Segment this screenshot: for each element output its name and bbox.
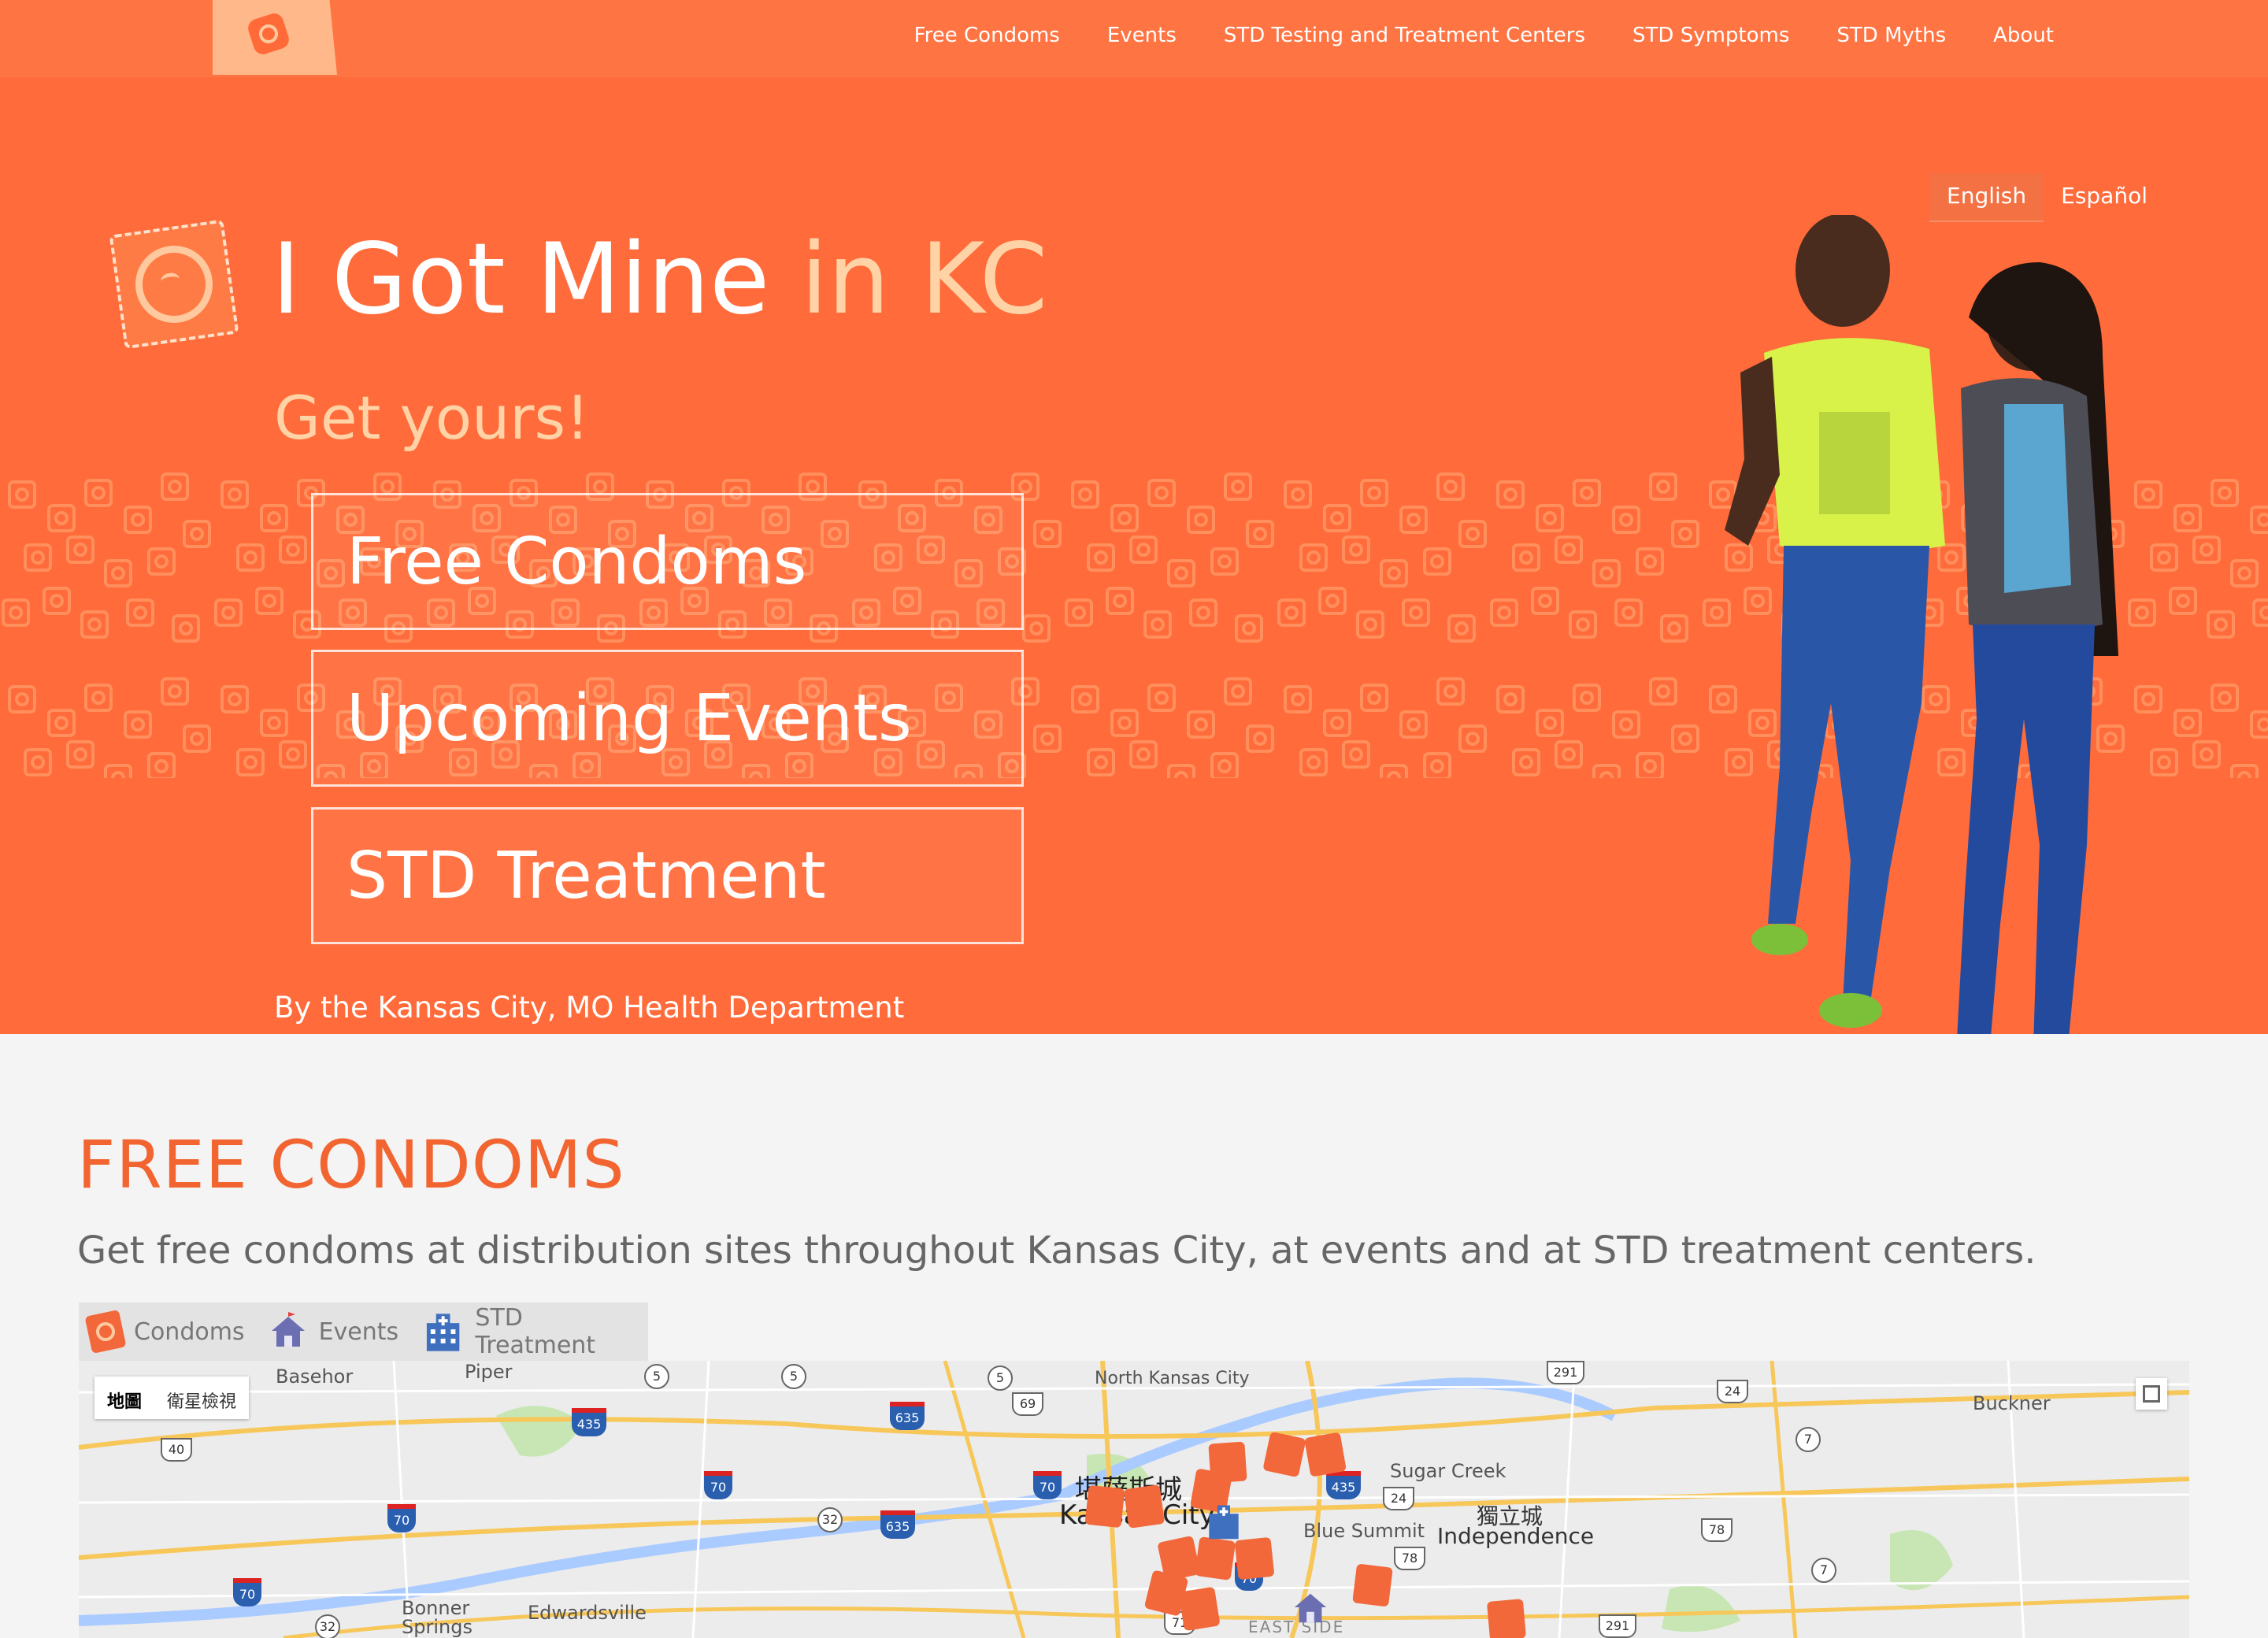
- map-label: Piper: [465, 1361, 513, 1383]
- map-label: Edwardsville: [528, 1602, 647, 1624]
- map-type-satellite[interactable]: 衛星檢視: [154, 1377, 249, 1419]
- nav-std-symptoms[interactable]: STD Symptoms: [1632, 24, 1789, 47]
- hero-section: English Español I Got Mine in KC Get you…: [0, 77, 2268, 1034]
- route-shield: 78: [1394, 1547, 1425, 1570]
- top-navbar: Free Condoms Events STD Testing and Trea…: [0, 0, 2268, 77]
- condom-pin-icon[interactable]: [1178, 1586, 1221, 1632]
- legend-events-label: Events: [318, 1317, 399, 1346]
- condom-logo-icon: [246, 11, 291, 57]
- tagline: Get yours!: [274, 383, 590, 453]
- condom-pin-icon[interactable]: [1352, 1563, 1393, 1607]
- route-shield: 24: [1383, 1487, 1414, 1510]
- hero-people-photo: [1725, 215, 2118, 1034]
- route-shield: 5: [644, 1364, 669, 1389]
- route-shield: 635: [880, 1510, 915, 1539]
- legend-events[interactable]: Events: [269, 1312, 399, 1351]
- free-condoms-heading: FREE CONDOMS: [77, 1126, 625, 1203]
- nav-events[interactable]: Events: [1107, 24, 1177, 47]
- legend-std-treatment-label: STD Treatment: [475, 1304, 596, 1359]
- legend-condoms-label: Condoms: [134, 1317, 245, 1346]
- map-type-map[interactable]: 地圖: [94, 1377, 154, 1419]
- condom-pin-icon[interactable]: [1123, 1484, 1166, 1529]
- condom-pin-icon: [84, 1309, 127, 1354]
- free-condoms-description: Get free condoms at distribution sites t…: [77, 1228, 2036, 1273]
- free-condoms-button[interactable]: Free Condoms: [311, 493, 1024, 630]
- nav-std-testing[interactable]: STD Testing and Treatment Centers: [1224, 24, 1585, 47]
- map-label: North Kansas City: [1095, 1369, 1250, 1388]
- byline: By the Kansas City, MO Health Department: [274, 991, 905, 1025]
- map-label: Independence: [1437, 1523, 1595, 1549]
- map-label: Bonner Springs: [402, 1597, 472, 1638]
- route-shield: 78: [1701, 1518, 1732, 1542]
- condom-sites-map[interactable]: 地圖 衛星檢視 Basehor Piper North Kansas City …: [79, 1361, 2189, 1638]
- title-accent: in KC: [800, 223, 1048, 336]
- map-legend: Condoms Events STD Treatment: [79, 1303, 648, 1361]
- map-type-control: 地圖 衛星檢視: [94, 1377, 250, 1419]
- route-shield: 24: [1717, 1380, 1748, 1403]
- route-shield: 5: [988, 1366, 1013, 1391]
- route-shield: 435: [572, 1408, 606, 1436]
- event-house-icon[interactable]: [1292, 1589, 1329, 1627]
- legend-condoms[interactable]: Condoms: [84, 1309, 245, 1354]
- legend-std-treatment[interactable]: STD Treatment: [422, 1304, 648, 1359]
- map-label: Sugar Creek: [1390, 1460, 1506, 1482]
- map-label: Blue Summit: [1303, 1520, 1425, 1542]
- route-shield: 32: [315, 1614, 340, 1638]
- condom-pin-icon[interactable]: [1194, 1536, 1236, 1581]
- map-label: Basehor: [276, 1366, 354, 1388]
- route-shield: 435: [1326, 1471, 1361, 1499]
- route-shield: 32: [817, 1507, 843, 1532]
- title-main: I Got Mine: [272, 223, 770, 336]
- condom-logo-icon: [109, 219, 239, 350]
- condom-pin-icon[interactable]: [1084, 1484, 1125, 1529]
- route-shield: 5: [781, 1364, 806, 1389]
- std-treatment-button[interactable]: STD Treatment: [311, 807, 1024, 944]
- route-shield: 40: [161, 1438, 192, 1462]
- main-nav: Free Condoms Events STD Testing and Trea…: [914, 24, 2054, 47]
- condom-pin-icon[interactable]: [1208, 1441, 1247, 1484]
- condom-pin-icon[interactable]: [1486, 1599, 1527, 1638]
- brand-logo-tab[interactable]: [213, 0, 337, 75]
- route-shield: 291: [1547, 1361, 1584, 1384]
- route-shield: 69: [1012, 1392, 1043, 1416]
- event-house-icon: [271, 1312, 305, 1347]
- nav-free-condoms[interactable]: Free Condoms: [914, 24, 1060, 47]
- route-shield: 635: [890, 1402, 925, 1430]
- condom-pin-icon[interactable]: [1304, 1432, 1347, 1477]
- route-shield: 70: [1033, 1471, 1062, 1499]
- route-shield: 7: [1796, 1427, 1821, 1452]
- route-shield: 70: [387, 1504, 416, 1532]
- hospital-icon: [427, 1314, 460, 1351]
- site-title: I Got Mine in KC: [272, 223, 1047, 336]
- condom-pin-icon[interactable]: [1234, 1536, 1275, 1581]
- hospital-icon[interactable]: [1205, 1503, 1243, 1540]
- route-shield: 70: [233, 1578, 261, 1606]
- nav-about[interactable]: About: [1993, 24, 2054, 47]
- route-shield: 7: [1811, 1558, 1836, 1583]
- route-shield: 70: [704, 1471, 732, 1499]
- route-shield: 291: [1599, 1614, 1636, 1638]
- map-label: Buckner: [1973, 1392, 2051, 1414]
- upcoming-events-button[interactable]: Upcoming Events: [311, 650, 1024, 787]
- nav-std-myths[interactable]: STD Myths: [1836, 24, 1946, 47]
- fullscreen-icon[interactable]: [2136, 1378, 2167, 1410]
